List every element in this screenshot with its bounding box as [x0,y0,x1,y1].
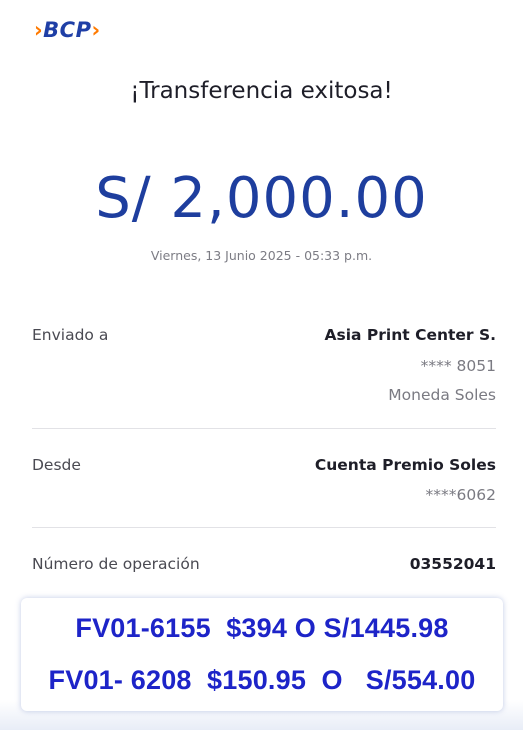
recipient-currency: Moneda Soles [388,386,496,404]
recipient-name: Asia Print Center S. [324,326,496,344]
invoice-annotation-box: FV01-6155 $394 O S/1445.98 FV01- 6208 $1… [21,598,503,711]
source-account-name: Cuenta Premio Soles [314,456,496,474]
recipient-label: Enviado a [32,326,109,344]
bcp-logo: ›BCP› [34,16,101,44]
divider [32,527,496,528]
recipient-account: **** 8051 [420,357,496,375]
annotation-line-1: FV01-6155 $394 O S/1445.98 [75,613,449,643]
success-title: ¡Transferencia exitosa! [130,78,393,104]
logo-chevron-left-icon: › [34,18,44,42]
divider [32,428,496,429]
transfer-receipt-screen: ›BCP› ¡Transferencia exitosa! S/ 2,000.0… [0,0,523,730]
source-label: Desde [32,456,81,474]
operation-number: 03552041 [409,555,496,573]
source-account-number: ****6062 [425,486,496,504]
logo-chevron-right-icon: › [91,18,101,42]
logo-text: BCP [43,18,92,42]
operation-label: Número de operación [32,555,200,573]
transfer-datetime: Viernes, 13 Junio 2025 - 05:33 p.m. [150,248,373,263]
transfer-amount: S/ 2,000.00 [95,166,428,231]
annotation-line-2: FV01- 6208 $150.95 O S/554.00 [48,665,476,695]
